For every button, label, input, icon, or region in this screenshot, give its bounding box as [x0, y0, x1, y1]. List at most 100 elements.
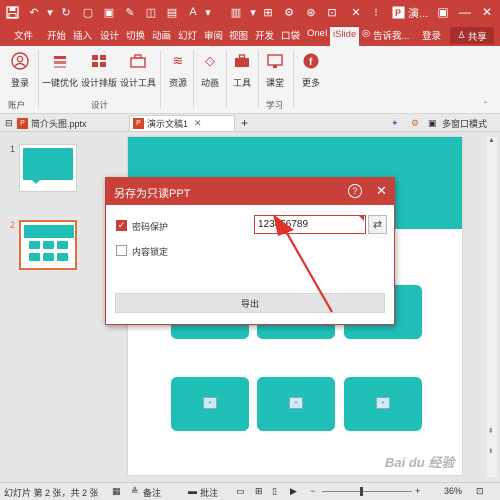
preview-icon[interactable]: ▣ [101, 4, 117, 20]
tab-insert[interactable]: 插入 [73, 28, 92, 42]
settings-icon[interactable]: ⚙ [408, 115, 422, 131]
zoom-level[interactable]: 36% [444, 486, 462, 496]
font-color-icon[interactable]: A [185, 4, 201, 20]
slide-thumbnail-2[interactable] [19, 220, 77, 270]
shape-grid-icon[interactable]: ⊡ [324, 4, 340, 20]
redo-icon[interactable]: ↻ [58, 4, 74, 20]
tab-transitions[interactable]: 切换 [126, 28, 145, 42]
more-button[interactable]: f 更多 [294, 50, 328, 98]
settings-icon[interactable]: ⚙ [281, 4, 297, 20]
tools-button[interactable]: 工具 [225, 50, 259, 98]
undo-icon[interactable]: ↶ [26, 4, 42, 20]
password-protect-checkbox[interactable]: ✓ [116, 220, 127, 231]
login-button[interactable]: 登录 [3, 50, 37, 98]
shortcut-icon[interactable]: ⊞ [260, 4, 276, 20]
login-link[interactable]: 登录 [422, 28, 441, 42]
notes-button[interactable]: 备注 [143, 486, 161, 499]
undo-dropdown-icon[interactable]: ▾ [42, 4, 58, 20]
network-icon[interactable]: ⊛ [303, 4, 319, 20]
animation-label: 动画 [200, 78, 219, 88]
fit-window-icon[interactable]: ⊡ [476, 486, 484, 497]
tab-slideshow[interactable]: 幻灯 [178, 28, 197, 42]
close-window-icon[interactable]: ✕ [478, 3, 496, 21]
tools-icon[interactable]: ✕ [348, 4, 364, 20]
tab-pocket[interactable]: 口袋 [281, 28, 300, 42]
animation-button[interactable]: ◇ 动画 [193, 50, 227, 98]
tab-file[interactable]: 文件 [14, 28, 33, 42]
zoom-slider-thumb[interactable] [360, 487, 363, 496]
tab-view[interactable]: 视图 [229, 28, 248, 42]
tools-label: 工具 [232, 78, 251, 88]
slideshow-icon[interactable]: ▶ [290, 486, 297, 497]
zoom-in-icon[interactable]: + [415, 486, 420, 496]
minimize-icon[interactable]: — [456, 3, 474, 21]
add-tab-button[interactable]: + [238, 115, 251, 131]
tab-animations[interactable]: 动画 [152, 28, 171, 42]
tell-me-input[interactable]: 告诉我... [373, 28, 409, 42]
tab-home[interactable]: 开始 [47, 28, 66, 42]
input-corner-marker [358, 215, 364, 221]
share-button[interactable]: ♙ 共享 [450, 27, 494, 44]
print-icon[interactable]: ▢ [80, 4, 96, 20]
optimize-button[interactable]: 一键优化 [42, 50, 78, 98]
classroom-button[interactable]: 课堂 [258, 50, 292, 98]
design-layout-button[interactable]: 设计排版 [81, 50, 117, 98]
title-bar: ↶ ▾ ↻ ▢ ▣ ✎ ◫ ▤ A ▾ ▥ ▾ ⊞ ⚙ ⊛ ⊡ ✕ ⁝ P 演.… [0, 0, 500, 24]
zoom-out-icon[interactable]: − [310, 486, 315, 496]
proofing-icon[interactable]: ▦ [112, 486, 121, 497]
document-tab-bar: ⊟ P 简介头图.pptx P 演示文稿1 ✕ + ✦ ⚙ ▣ 多窗口模式 [0, 114, 500, 132]
reading-view-icon[interactable]: ▯ [272, 486, 277, 497]
ribbon-separator [38, 50, 39, 108]
content-lock-checkbox[interactable] [116, 245, 127, 256]
multi-window-icon: ▣ [428, 117, 437, 128]
vertical-scrollbar[interactable]: ▲ ⇞ ⇟ [487, 137, 497, 477]
export-button[interactable]: 导出 [115, 293, 385, 313]
login-label: 登录 [10, 78, 29, 88]
text-box-icon[interactable]: ▤ [164, 4, 180, 20]
slide-tile[interactable]: ▪ [171, 377, 249, 431]
classroom-label: 课堂 [265, 78, 284, 88]
thumb-tile [57, 253, 68, 261]
swap-icon[interactable]: ⇄ [368, 215, 387, 234]
tab-islide[interactable]: iSlide [330, 26, 360, 46]
design-tools-button[interactable]: 设计工具 [120, 50, 156, 98]
qa-dropdown-icon[interactable]: ▾ [245, 4, 261, 20]
tab-onenote[interactable]: OneI [307, 28, 328, 39]
slide-tile[interactable]: ▪ [257, 377, 335, 431]
shape-icon[interactable]: ◫ [143, 4, 159, 20]
zoom-slider[interactable] [322, 491, 412, 492]
close-icon[interactable]: ✕ [376, 183, 387, 199]
thumb-tile [43, 241, 54, 249]
tab-review[interactable]: 审阅 [204, 28, 223, 42]
prev-slide-icon[interactable]: ⇞ [488, 427, 494, 435]
normal-view-icon[interactable]: ▭ [236, 486, 245, 497]
collapse-ribbon-icon[interactable]: ˆ [484, 100, 487, 110]
sorter-view-icon[interactable]: ⊞ [255, 486, 263, 497]
customize-qa-icon[interactable]: ⁝ [368, 4, 384, 20]
slide-tile[interactable]: ▪ [344, 377, 422, 431]
comments-button[interactable]: 批注 [200, 486, 218, 499]
image-placeholder-icon: ▪ [376, 397, 390, 409]
multi-window-mode[interactable]: 多窗口模式 [439, 115, 490, 131]
close-tab-icon[interactable]: ✕ [194, 118, 202, 129]
slide-thumbnail-1[interactable] [19, 144, 77, 192]
resources-label: 资源 [168, 78, 187, 88]
doc-tab-presentation1[interactable]: P 演示文稿1 ✕ [129, 115, 235, 131]
group-account-label: 账户 [8, 100, 26, 110]
help-icon[interactable]: ? [348, 184, 362, 198]
scroll-up-icon[interactable]: ▲ [488, 137, 495, 144]
thumb-tile [57, 241, 68, 249]
save-readonly-dialog: 另存为只读PPT ? ✕ ✓ 密码保护 ⇄ 内容锁定 导出 [105, 177, 395, 325]
next-slide-icon[interactable]: ⇟ [488, 447, 494, 455]
tab-developer[interactable]: 开发 [255, 28, 274, 42]
save-icon[interactable] [4, 4, 20, 20]
clipboard-icon[interactable]: ▥ [228, 4, 244, 20]
tab-design[interactable]: 设计 [100, 28, 119, 42]
doc-tab-intro[interactable]: P 简介头图.pptx [14, 115, 90, 131]
resources-button[interactable]: ≋ 资源 [161, 50, 195, 98]
ppt-logo-icon: P [390, 4, 406, 20]
pin-icon[interactable]: ✦ [388, 115, 402, 131]
ribbon-display-icon[interactable]: ▣ [434, 3, 452, 21]
format-painter-icon[interactable]: ✎ [122, 4, 138, 20]
font-color-dropdown-icon[interactable]: ▾ [200, 4, 216, 20]
